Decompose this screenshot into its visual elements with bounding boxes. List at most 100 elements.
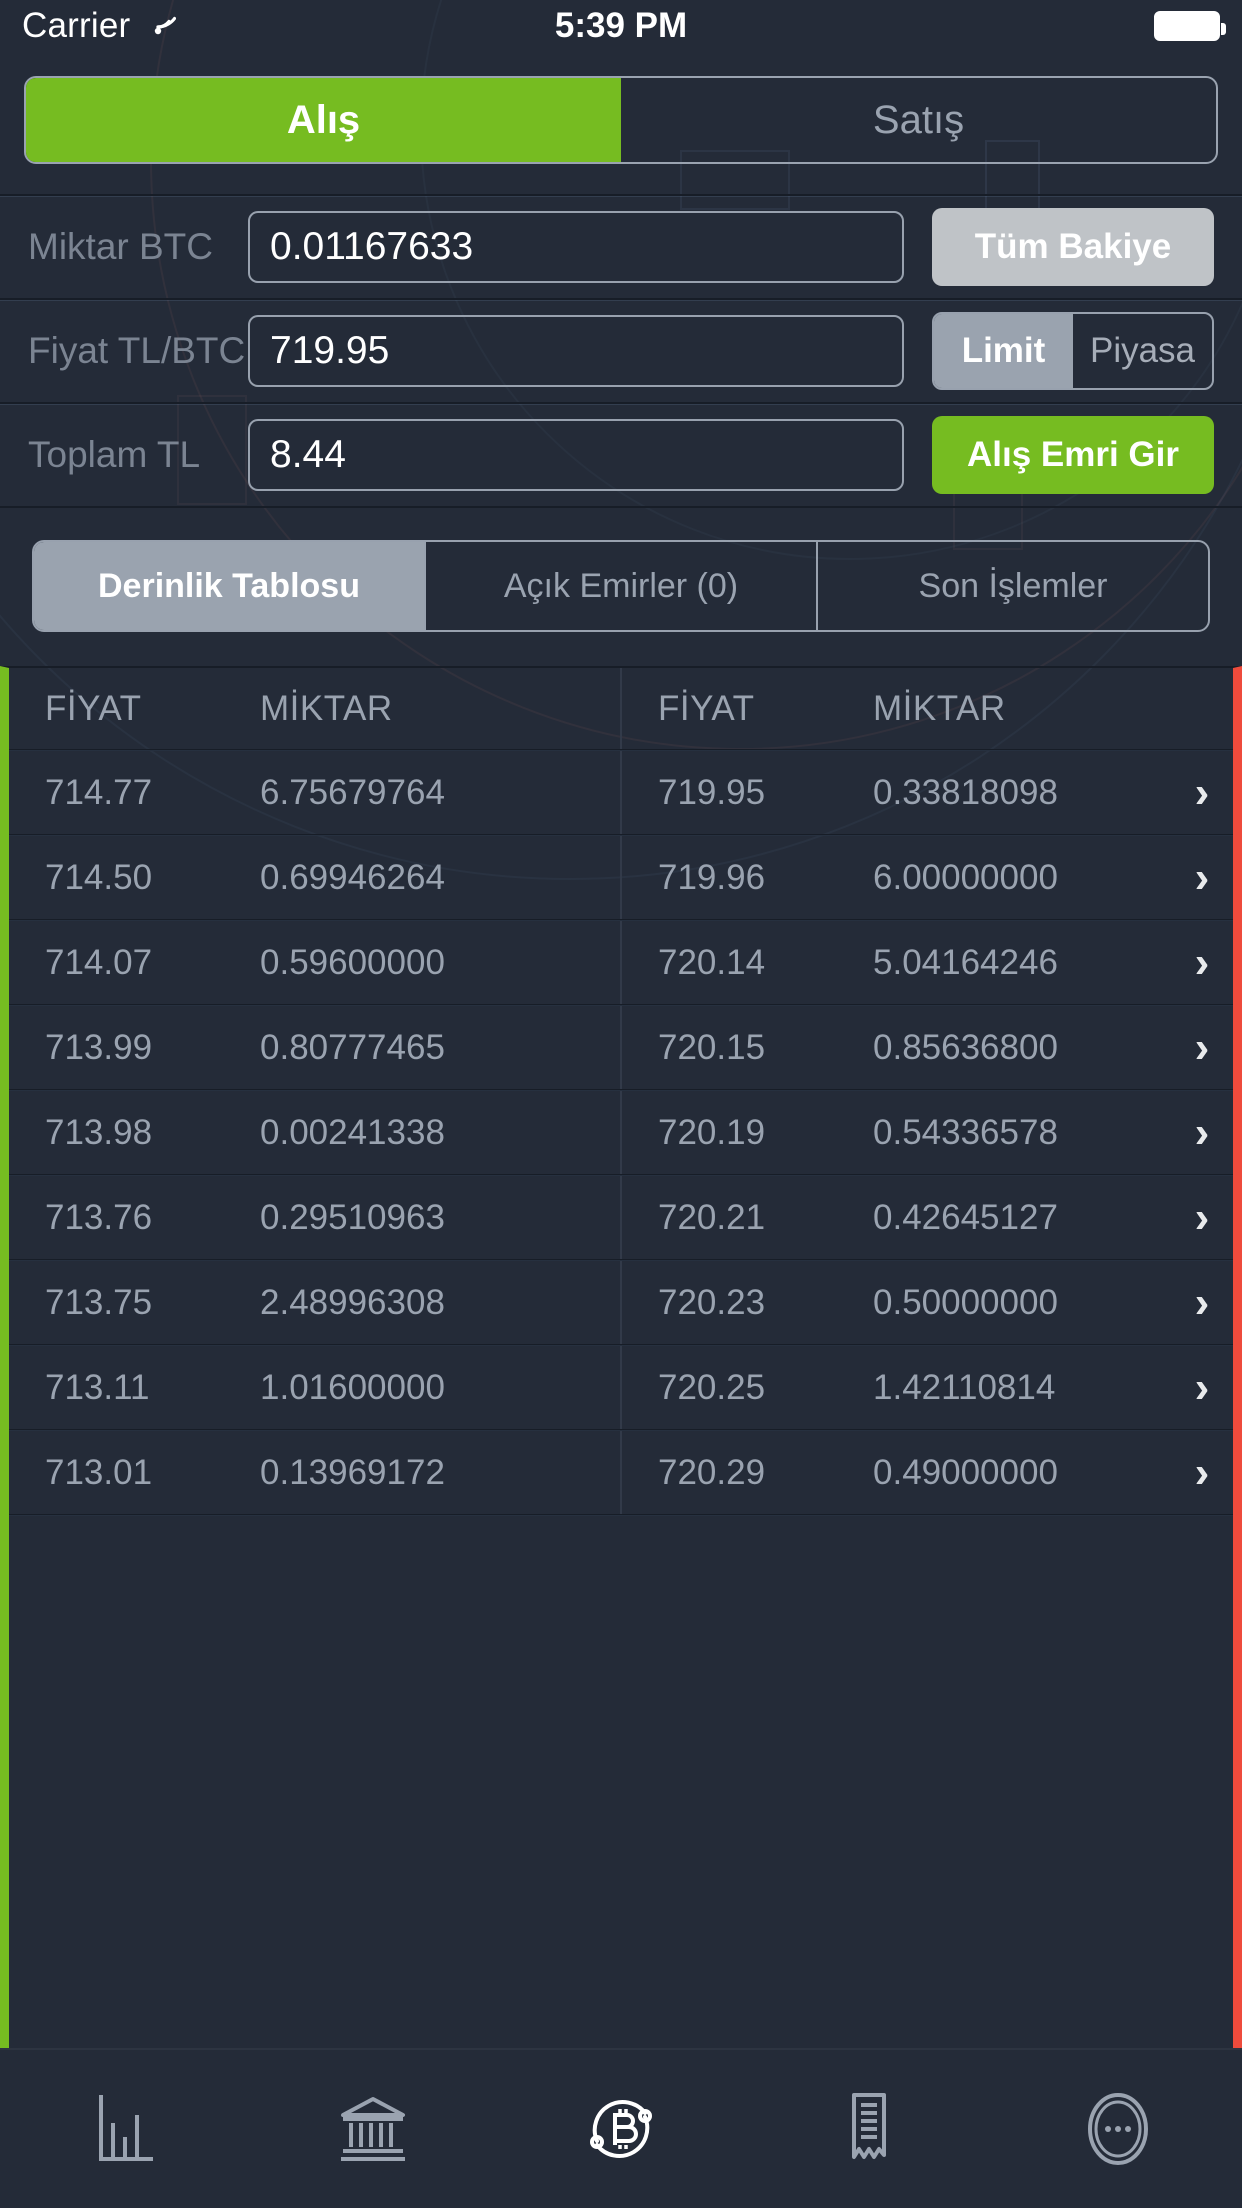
app-screen: Carrier 5:39 PM Alış Satış Miktar BTC 0.… <box>0 0 1242 2208</box>
order-book-row[interactable]: 713.75 2.48996308 720.23 0.50000000 › <box>9 1261 1233 1346</box>
chevron-right-icon[interactable]: › <box>1171 1363 1233 1413</box>
ask-price: 720.29 <box>658 1452 766 1492</box>
bid-price: 713.76 <box>45 1197 153 1237</box>
ask-amount-header: MİKTAR <box>873 688 1006 728</box>
bid-amount: 2.48996308 <box>260 1282 445 1322</box>
bid-half[interactable]: 713.11 1.01600000 <box>9 1346 622 1429</box>
bid-amount: 0.00241338 <box>260 1112 445 1152</box>
ask-price: 720.23 <box>658 1282 766 1322</box>
price-input[interactable]: 719.95 <box>248 315 904 387</box>
amount-row: Miktar BTC 0.01167633 Tüm Bakiye <box>0 194 1242 298</box>
ask-half[interactable]: 720.19 0.54336578 › <box>622 1091 1233 1174</box>
ask-half[interactable]: 720.15 0.85636800 › <box>622 1006 1233 1089</box>
bid-half[interactable]: 714.50 0.69946264 <box>9 836 622 919</box>
order-book-row[interactable]: 713.01 0.13969172 720.29 0.49000000 › <box>9 1431 1233 1516</box>
list-tabs[interactable]: Derinlik Tablosu Açık Emirler (0) Son İş… <box>32 540 1210 632</box>
battery-full-icon <box>1154 11 1226 41</box>
ask-price: 719.96 <box>658 857 766 897</box>
bid-price: 713.01 <box>45 1452 153 1492</box>
order-book-row[interactable]: 713.99 0.80777465 720.15 0.85636800 › <box>9 1006 1233 1091</box>
chevron-right-icon[interactable]: › <box>1171 1108 1233 1158</box>
order-book-row[interactable]: 713.11 1.01600000 720.25 1.42110814 › <box>9 1346 1233 1431</box>
ask-half[interactable]: 719.96 6.00000000 › <box>622 836 1233 919</box>
tab-receipts[interactable] <box>745 2091 993 2167</box>
bid-half[interactable]: 713.99 0.80777465 <box>9 1006 622 1089</box>
bid-half[interactable]: 713.01 0.13969172 <box>9 1431 622 1514</box>
tab-buy[interactable]: Alış <box>26 78 621 162</box>
chevron-right-icon[interactable]: › <box>1171 1278 1233 1328</box>
tab-open-orders[interactable]: Açık Emirler (0) <box>426 542 818 630</box>
ask-price-header: FİYAT <box>658 688 755 728</box>
chevron-right-icon[interactable]: › <box>1171 1448 1233 1498</box>
bank-icon <box>335 2093 411 2165</box>
bid-amount: 0.80777465 <box>260 1027 445 1067</box>
ask-amount: 5.04164246 <box>873 942 1058 982</box>
amount-input[interactable]: 0.01167633 <box>248 211 904 283</box>
ask-amount: 0.54336578 <box>873 1112 1058 1152</box>
ask-price: 720.15 <box>658 1027 766 1067</box>
order-book: FİYAT MİKTAR FİYAT MİKTAR › 714.77 6.7567… <box>0 666 1242 2048</box>
ask-price: 720.14 <box>658 942 766 982</box>
price-row: Fiyat TL/BTC 719.95 Limit Piyasa <box>0 298 1242 402</box>
order-book-row[interactable]: 713.76 0.29510963 720.21 0.42645127 › <box>9 1176 1233 1261</box>
bottom-tab-bar <box>0 2048 1242 2208</box>
order-type-market[interactable]: Piyasa <box>1073 314 1212 388</box>
tab-exchange[interactable] <box>497 2087 745 2171</box>
ask-half[interactable]: 720.21 0.42645127 › <box>622 1176 1233 1259</box>
status-bar: Carrier 5:39 PM <box>0 0 1242 52</box>
order-book-row[interactable]: 713.98 0.00241338 720.19 0.54336578 › <box>9 1091 1233 1176</box>
total-label: Toplam TL <box>28 434 201 475</box>
ask-amount: 0.42645127 <box>873 1197 1058 1237</box>
submit-buy-order-button[interactable]: Alış Emri Gir <box>932 416 1214 494</box>
tab-order-book[interactable]: Derinlik Tablosu <box>34 542 426 630</box>
price-action: Limit Piyasa <box>932 312 1214 390</box>
ask-half[interactable]: 720.25 1.42110814 › <box>622 1346 1233 1429</box>
ask-amount: 0.49000000 <box>873 1452 1058 1492</box>
ask-price: 719.95 <box>658 772 766 812</box>
order-book-row[interactable]: 714.07 0.59600000 720.14 5.04164246 › <box>9 921 1233 1006</box>
tab-bank[interactable] <box>248 2093 496 2165</box>
buy-sell-segmented-control[interactable]: Alış Satış <box>24 76 1218 164</box>
chevron-right-icon[interactable]: › <box>1171 768 1233 818</box>
bid-price: 714.50 <box>45 857 153 897</box>
ask-half[interactable]: 720.14 5.04164246 › <box>622 921 1233 1004</box>
ask-half[interactable]: 720.29 0.49000000 › <box>622 1431 1233 1514</box>
ask-price: 720.19 <box>658 1112 766 1152</box>
max-balance-button[interactable]: Tüm Bakiye <box>932 208 1214 286</box>
ask-amount: 1.42110814 <box>873 1367 1056 1407</box>
amount-label: Miktar BTC <box>28 226 213 267</box>
bid-amount: 6.75679764 <box>260 772 445 812</box>
buy-sell-segment-wrap: Alış Satış <box>0 52 1242 194</box>
order-type-segmented-control[interactable]: Limit Piyasa <box>932 312 1214 390</box>
tab-sell[interactable]: Satış <box>621 78 1216 162</box>
bitcoin-exchange-icon <box>579 2087 663 2171</box>
chevron-right-icon[interactable]: › <box>1171 938 1233 988</box>
ask-half[interactable]: 719.95 0.33818098 › <box>622 751 1233 834</box>
bid-half[interactable]: 714.07 0.59600000 <box>9 921 622 1004</box>
bid-price: 714.77 <box>45 772 153 812</box>
bid-half[interactable]: 713.98 0.00241338 <box>9 1091 622 1174</box>
order-type-limit[interactable]: Limit <box>934 314 1073 388</box>
order-book-row[interactable]: 714.77 6.75679764 719.95 0.33818098 › <box>9 751 1233 836</box>
bid-half[interactable]: 713.75 2.48996308 <box>9 1261 622 1344</box>
bid-half[interactable]: 713.76 0.29510963 <box>9 1176 622 1259</box>
bid-price: 713.11 <box>45 1367 150 1407</box>
chevron-right-icon[interactable]: › <box>1171 1193 1233 1243</box>
ask-price: 720.21 <box>658 1197 766 1237</box>
bid-amount: 0.29510963 <box>260 1197 445 1237</box>
tab-recent-trades[interactable]: Son İşlemler <box>818 542 1208 630</box>
list-tabs-wrap: Derinlik Tablosu Açık Emirler (0) Son İş… <box>0 506 1242 666</box>
order-book-rows: 714.77 6.75679764 719.95 0.33818098 › 714.50 0… <box>9 751 1233 1516</box>
chevron-right-icon[interactable]: › <box>1171 853 1233 903</box>
order-book-row[interactable]: 714.50 0.69946264 719.96 6.00000000 › <box>9 836 1233 921</box>
chevron-right-icon[interactable]: › <box>1171 1023 1233 1073</box>
total-input[interactable]: 8.44 <box>248 419 904 491</box>
order-book-header: FİYAT MİKTAR FİYAT MİKTAR › <box>9 668 1233 751</box>
header-chevron-spacer: › <box>1171 684 1233 734</box>
bid-price: 713.75 <box>45 1282 153 1322</box>
tab-more[interactable] <box>994 2089 1242 2169</box>
bid-half[interactable]: 714.77 6.75679764 <box>9 751 622 834</box>
ask-half[interactable]: 720.23 0.50000000 › <box>622 1261 1233 1344</box>
tab-markets[interactable] <box>0 2093 248 2165</box>
order-entry-form: Miktar BTC 0.01167633 Tüm Bakiye Fiyat T… <box>0 194 1242 506</box>
